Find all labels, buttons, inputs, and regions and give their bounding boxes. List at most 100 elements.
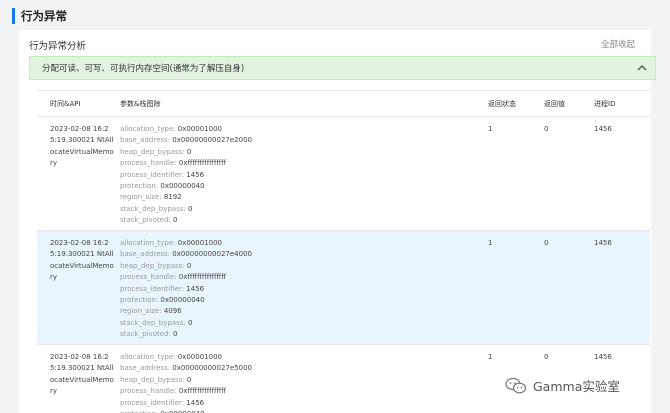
arg-key: base_address: (120, 136, 171, 145)
arg-value: 0 (186, 147, 192, 156)
arg-key: protection: (120, 182, 159, 191)
arg-value: 0x00001000 (177, 125, 222, 133)
behavior-table: 时间&API 参数&栈图除 返回状态 返回值 进程ID 2023-02-08 1… (37, 90, 650, 413)
arg-key: protection: (120, 296, 159, 305)
arg-line: stack_pivoted: 0 (120, 215, 480, 226)
arg-value: 0x00000000027e2000 (172, 136, 252, 145)
arg-value: 0xffffffffffffffff (178, 159, 227, 168)
chevron-up-icon[interactable] (637, 63, 647, 73)
arg-key: allocation_type: (120, 239, 176, 247)
arg-line: stack_dep_bypass: 0 (120, 318, 480, 329)
column-header-status: 返回状态 (488, 99, 516, 108)
arg-key: process_handle: (120, 159, 177, 168)
arg-key: process_handle: (120, 273, 177, 282)
arg-line: process_handle: 0xffffffffffffffff (120, 386, 480, 397)
cell-args: allocation_type: 0x00001000 base_address:… (120, 124, 480, 227)
arg-line: protection: 0x00000040 (120, 295, 480, 306)
arg-value: 4096 (163, 307, 182, 316)
arg-value: 0xffffffffffffffff (178, 273, 227, 282)
arg-value: 0x00000040 (160, 182, 205, 191)
cell-args: allocation_type: 0x00001000 base_address:… (120, 352, 480, 413)
arg-value: 0 (172, 330, 178, 339)
watermark: Gamma实验室 (505, 376, 620, 395)
arg-key: heap_dep_bypass: (120, 147, 185, 156)
arg-key: process_identifier: (120, 398, 185, 407)
arg-key: stack_pivoted: (120, 216, 171, 225)
cell-status: 1 (488, 353, 493, 361)
cell-return: 0 (544, 125, 549, 133)
arg-value: 0x00001000 (177, 353, 222, 361)
cell-time-api: 2023-02-08 16:25:19.300021 NtAllocateVir… (50, 239, 114, 282)
arg-value: 0x00000000027e5000 (172, 364, 252, 373)
arg-line: process_identifier: 1456 (120, 284, 480, 295)
arg-value: 0x00000000027e4000 (172, 250, 252, 259)
arg-value: 0 (172, 216, 178, 225)
arg-value: 0 (187, 318, 193, 327)
cell-args: allocation_type: 0x00001000 base_address:… (120, 238, 480, 341)
column-header-time: 时间&API (50, 99, 81, 108)
arg-key: heap_dep_bypass: (120, 375, 185, 384)
arg-key: process_identifier: (120, 170, 185, 179)
cell-return: 0 (544, 239, 549, 247)
table-header: 时间&API 参数&栈图除 返回状态 返回值 进程ID (37, 91, 650, 117)
arg-line: base_address: 0x00000000027e5000 (120, 363, 480, 374)
arg-line: protection: 0x00000040 (120, 181, 480, 192)
arg-value: 0 (187, 204, 193, 213)
wechat-icon (505, 377, 527, 393)
table-row[interactable]: 2023-02-08 16:25:19.300021 NtAllocateVir… (37, 117, 650, 231)
arg-line: heap_dep_bypass: 0 (120, 261, 480, 272)
cell-time-api: 2023-02-08 16:25:19.300021 NtAllocateVir… (50, 353, 114, 396)
arg-line: allocation_type: 0x00001000 (120, 124, 480, 135)
arg-line: process_handle: 0xffffffffffffffff (120, 158, 480, 169)
page-title: 行为异常 (21, 9, 67, 23)
arg-value: 0 (186, 261, 192, 270)
arg-key: stack_pivoted: (120, 330, 171, 339)
watermark-text: Gamma实验室 (533, 379, 620, 394)
arg-key: stack_dep_bypass: (120, 318, 186, 327)
arg-line: region_size: 4096 (120, 306, 480, 317)
arg-line: process_identifier: 1456 (120, 398, 480, 409)
section-label: 分配可读、可写、可执行内存空间(通常为了解压自身) (42, 64, 245, 74)
arg-value: 1456 (186, 170, 205, 179)
arg-line: heap_dep_bypass: 0 (120, 375, 480, 386)
arg-value: 0x00001000 (177, 239, 222, 247)
cell-status: 1 (488, 239, 493, 247)
arg-line: base_address: 0x00000000027e4000 (120, 249, 480, 260)
table-row[interactable]: 2023-02-08 16:25:19.300021 NtAllocateVir… (37, 231, 650, 345)
arg-value: 0 (186, 375, 192, 384)
cell-return: 0 (544, 353, 549, 361)
arg-key: region_size: (120, 193, 162, 202)
cell-time-api: 2023-02-08 16:25:19.300021 NtAllocateVir… (50, 125, 114, 168)
arg-key: process_handle: (120, 387, 177, 396)
cell-pid: 1456 (594, 125, 612, 133)
arg-line: process_handle: 0xffffffffffffffff (120, 272, 480, 283)
arg-line: heap_dep_bypass: 0 (120, 147, 480, 158)
arg-key: allocation_type: (120, 125, 176, 133)
arg-key: base_address: (120, 364, 171, 373)
table-body: 2023-02-08 16:25:19.300021 NtAllocateVir… (37, 117, 650, 413)
arg-value: 0x00000040 (160, 296, 205, 305)
arg-key: heap_dep_bypass: (120, 261, 185, 270)
column-header-args: 参数&栈图除 (120, 99, 161, 108)
column-header-return: 返回值 (544, 99, 565, 108)
arg-value: 0xffffffffffffffff (178, 387, 227, 396)
arg-value: 8192 (163, 193, 182, 202)
collapse-all-link[interactable]: 全部收起 (601, 38, 635, 50)
arg-line: base_address: 0x00000000027e2000 (120, 135, 480, 146)
arg-line: stack_pivoted: 0 (120, 329, 480, 340)
column-header-pid: 进程ID (594, 99, 616, 108)
cell-pid: 1456 (594, 239, 612, 247)
card-title: 行为异常分析 (29, 41, 87, 52)
cell-pid: 1456 (594, 353, 612, 361)
cell-status: 1 (488, 125, 493, 133)
arg-line: allocation_type: 0x00001000 (120, 238, 480, 249)
arg-key: stack_dep_bypass: (120, 204, 186, 213)
arg-key: allocation_type: (120, 353, 176, 361)
arg-value: 1456 (186, 284, 205, 293)
section-header[interactable]: 分配可读、可写、可执行内存空间(通常为了解压自身) (29, 56, 656, 80)
arg-key: process_identifier: (120, 284, 185, 293)
arg-line: stack_dep_bypass: 0 (120, 204, 480, 215)
arg-line: process_identifier: 1456 (120, 170, 480, 181)
arg-line: region_size: 8192 (120, 192, 480, 203)
arg-key: region_size: (120, 307, 162, 316)
